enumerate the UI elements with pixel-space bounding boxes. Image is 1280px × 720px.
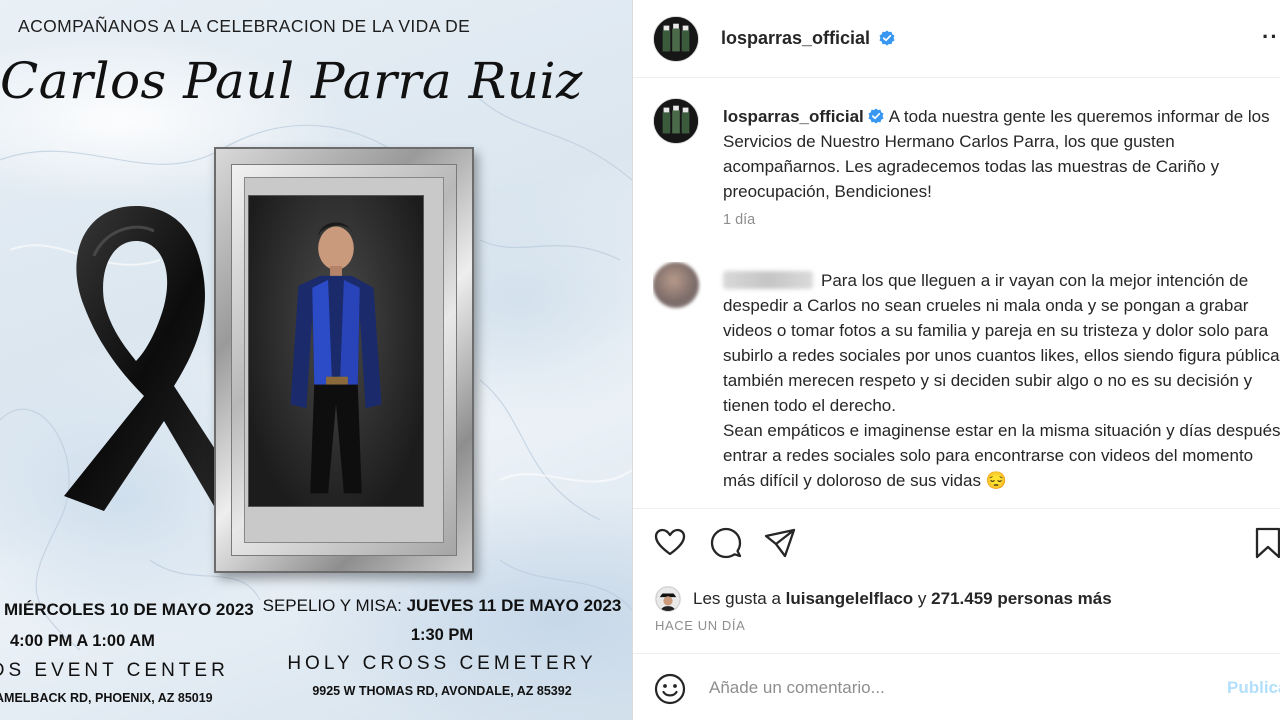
event-wake-venue: NDS EVENT CENTER — [0, 660, 229, 681]
actions-divider — [633, 508, 1280, 509]
likes-middle: y — [917, 589, 927, 608]
caption-time[interactable]: 1 día — [723, 212, 755, 228]
event-burial-date: JUEVES 11 DE MAYO 2023 — [406, 596, 622, 615]
event-burial-address: 9925 W THOMAS RD, AVONDALE, AZ 85392 — [312, 684, 572, 698]
emoji-icon[interactable] — [653, 672, 687, 706]
event-burial-label: SEPELIO Y MISA: — [262, 596, 402, 615]
comment-input[interactable] — [709, 670, 1189, 706]
liker-username[interactable]: luisangelelflaco — [786, 589, 914, 608]
post-header: losparras_official ··· — [633, 0, 1280, 78]
more-options-icon[interactable]: ··· — [1262, 24, 1280, 50]
liker-avatar[interactable] — [655, 586, 681, 612]
caption-username[interactable]: losparras_official — [723, 107, 864, 126]
event-wake-info: MIÉRCOLES 10 DE MAYO 2023 4:00 PM A 1:00… — [0, 600, 262, 705]
caption-author-avatar[interactable] — [653, 98, 699, 144]
commenter-username-blurred[interactable] — [723, 271, 813, 289]
flyer-name-text: Carlos Paul Parra Ruiz — [0, 52, 583, 110]
black-ribbon-icon — [64, 206, 239, 511]
event-wake-time: 4:00 PM A 1:00 AM — [10, 632, 155, 650]
publish-button[interactable]: Publicar — [1227, 678, 1280, 698]
event-burial-time: 1:30 PM — [410, 626, 474, 644]
memorial-photo — [248, 195, 424, 507]
share-icon[interactable] — [763, 526, 797, 560]
heart-icon[interactable] — [653, 526, 687, 560]
post-timestamp[interactable]: HACE UN DÍA — [655, 618, 745, 633]
verified-badge-icon — [879, 30, 895, 46]
caption-verified-badge-icon — [868, 108, 884, 124]
comment-body-continued: Sean empáticos e imaginense estar en la … — [723, 421, 1280, 490]
add-comment-bar: Publicar — [633, 654, 1280, 720]
comment-icon[interactable] — [709, 526, 743, 560]
author-username[interactable]: losparras_official — [721, 28, 870, 48]
author-avatar[interactable] — [653, 16, 699, 62]
post-panel: losparras_official ··· losparras_officia… — [632, 0, 1280, 720]
bookmark-icon[interactable] — [1251, 526, 1280, 560]
event-wake-date: MIÉRCOLES 10 DE MAYO 2023 — [4, 600, 254, 619]
event-wake-address: AMELBACK RD, PHOENIX, AZ 85019 — [0, 691, 213, 705]
photo-frame — [214, 147, 474, 573]
flyer-header-text: ACOMPAÑANOS A LA CELEBRACION DE LA VIDA … — [18, 16, 471, 36]
comment-body: Para los que lleguen a ir vayan con la m… — [723, 271, 1280, 415]
memorial-flyer-image: ACOMPAÑANOS A LA CELEBRACION DE LA VIDA … — [0, 0, 632, 720]
event-burial-info: SEPELIO Y MISA: JUEVES 11 DE MAYO 2023 1… — [262, 596, 622, 698]
likes-prefix: Les gusta a — [693, 589, 781, 608]
comment-item: Para los que lleguen a ir vayan con la m… — [653, 262, 1280, 508]
event-burial-venue: HOLY CROSS CEMETERY — [287, 653, 597, 674]
likes-count-link[interactable]: 271.459 personas más — [931, 589, 1112, 608]
commenter-avatar-blurred[interactable] — [653, 262, 699, 308]
post-actions — [653, 522, 1280, 566]
